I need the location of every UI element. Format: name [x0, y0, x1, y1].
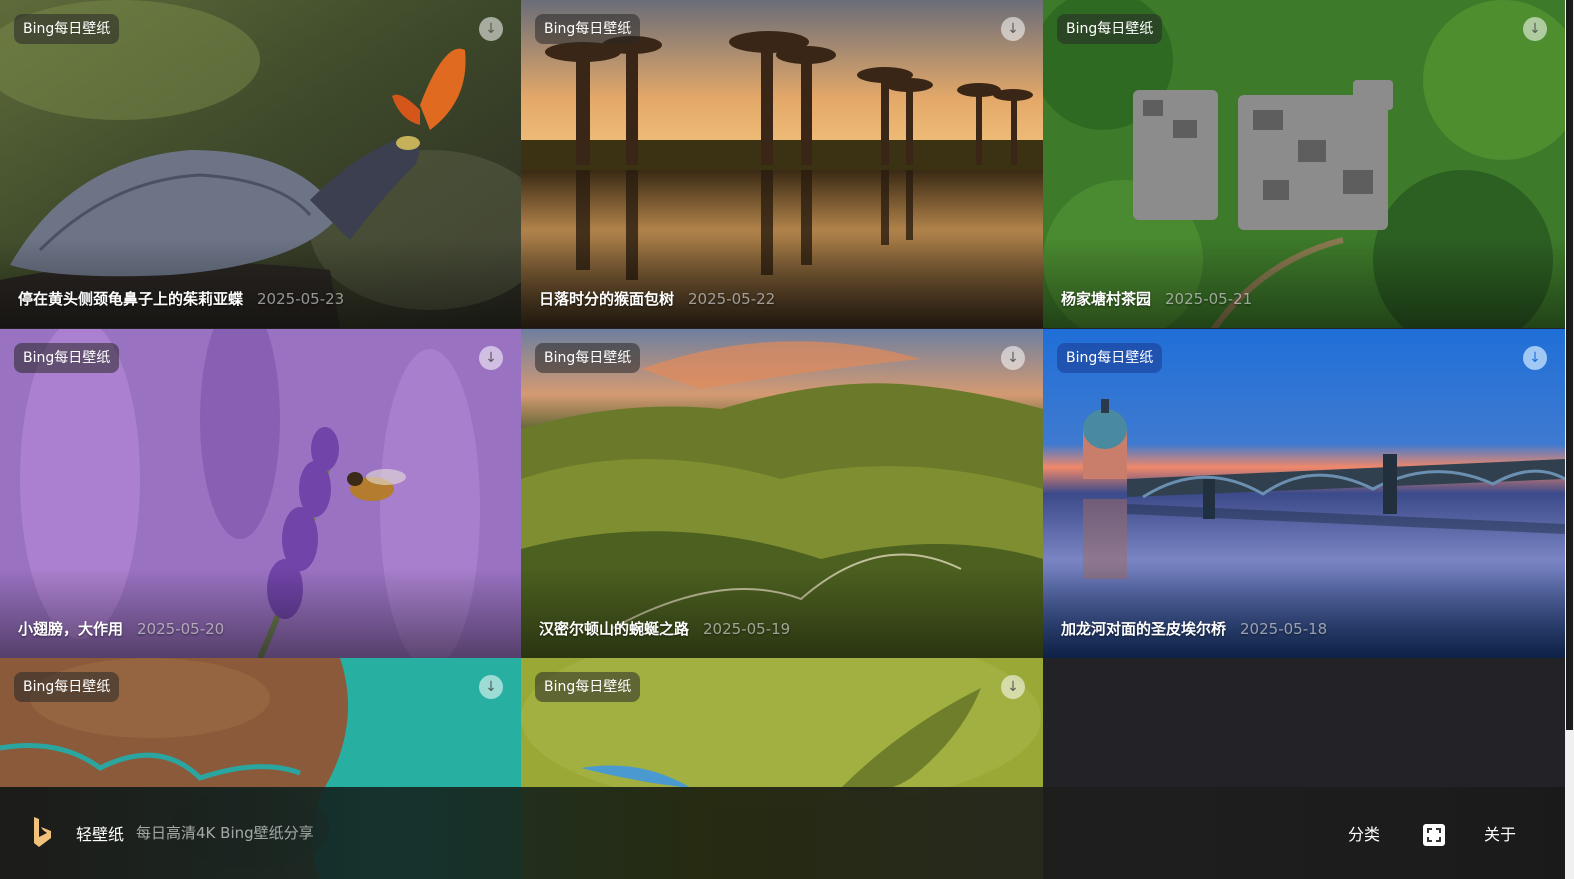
wallpaper-card[interactable]: Bing每日壁纸 ↓ 日落时分的猴面包树 2025-05-22: [521, 0, 1043, 328]
bottom-bar: 轻壁纸 每日高清4K Bing壁纸分享 分类 关于: [0, 787, 1565, 879]
app-subtitle: 每日高清4K Bing壁纸分享: [136, 824, 314, 842]
download-icon[interactable]: ↓: [1001, 675, 1025, 699]
app-name[interactable]: 轻壁纸: [76, 821, 124, 845]
wallpaper-title: 杨家塘村茶园: [1061, 290, 1152, 308]
caption-shade: [521, 568, 1043, 658]
download-icon[interactable]: ↓: [479, 17, 503, 41]
caption-shade: [521, 238, 1043, 328]
source-badge: Bing每日壁纸: [14, 343, 120, 373]
source-badge: Bing每日壁纸: [535, 672, 641, 702]
wallpaper-date: 2025-05-18: [1240, 620, 1328, 638]
nav-category[interactable]: 分类: [1348, 821, 1380, 845]
wallpaper-date: 2025-05-22: [688, 290, 776, 308]
caption-shade: [1043, 238, 1565, 328]
wallpaper-caption: 停在黄头侧颈龟鼻子上的茱莉亚蝶 2025-05-23: [18, 288, 344, 309]
bing-logo-icon[interactable]: [30, 815, 54, 849]
wallpaper-title: 加龙河对面的圣皮埃尔桥: [1061, 620, 1227, 638]
page-scrollbar[interactable]: [1565, 0, 1574, 879]
wallpaper-grid: Bing每日壁纸 ↓ 停在黄头侧颈龟鼻子上的茱莉亚蝶 2025-05-23 Bi…: [0, 0, 1565, 879]
wallpaper-date: 2025-05-20: [137, 620, 225, 638]
caption-shade: [0, 238, 521, 328]
wallpaper-caption: 汉密尔顿山的蜿蜒之路 2025-05-19: [539, 618, 790, 639]
download-icon[interactable]: ↓: [1523, 346, 1547, 370]
wallpaper-title: 小翅膀，大作用: [18, 620, 124, 638]
wallpaper-date: 2025-05-21: [1165, 290, 1253, 308]
wallpaper-caption: 小翅膀，大作用 2025-05-20: [18, 618, 224, 639]
download-icon[interactable]: ↓: [1523, 17, 1547, 41]
wallpaper-date: 2025-05-19: [703, 620, 791, 638]
wallpaper-date: 2025-05-23: [257, 290, 345, 308]
wallpaper-title: 汉密尔顿山的蜿蜒之路: [539, 620, 690, 638]
nav-about[interactable]: 关于: [1484, 821, 1516, 845]
wallpaper-card[interactable]: Bing每日壁纸 ↓ 停在黄头侧颈龟鼻子上的茱莉亚蝶 2025-05-23: [0, 0, 521, 328]
source-badge: Bing每日壁纸: [1057, 343, 1163, 373]
source-badge: Bing每日壁纸: [1057, 14, 1163, 44]
download-icon[interactable]: ↓: [1001, 346, 1025, 370]
wallpaper-title: 日落时分的猴面包树: [539, 290, 675, 308]
download-icon[interactable]: ↓: [479, 675, 503, 699]
scrollbar-thumb[interactable]: [1566, 0, 1573, 730]
wallpaper-card[interactable]: Bing每日壁纸 ↓ 加龙河对面的圣皮埃尔桥 2025-05-18: [1043, 329, 1565, 658]
wallpaper-title: 停在黄头侧颈龟鼻子上的茱莉亚蝶: [18, 290, 244, 308]
download-icon[interactable]: ↓: [479, 346, 503, 370]
download-icon[interactable]: ↓: [1001, 17, 1025, 41]
wallpaper-caption: 杨家塘村茶园 2025-05-21: [1061, 288, 1252, 309]
wallpaper-card[interactable]: Bing每日壁纸 ↓ 杨家塘村茶园 2025-05-21: [1043, 0, 1565, 328]
caption-shade: [0, 568, 521, 658]
caption-shade: [1043, 568, 1565, 658]
wallpaper-card[interactable]: Bing每日壁纸 ↓ 汉密尔顿山的蜿蜒之路 2025-05-19: [521, 329, 1043, 658]
fullscreen-icon[interactable]: [1423, 824, 1445, 846]
wallpaper-caption: 加龙河对面的圣皮埃尔桥 2025-05-18: [1061, 618, 1327, 639]
source-badge: Bing每日壁纸: [14, 672, 120, 702]
wallpaper-card[interactable]: Bing每日壁纸 ↓ 小翅膀，大作用 2025-05-20: [0, 329, 521, 658]
source-badge: Bing每日壁纸: [535, 343, 641, 373]
wallpaper-caption: 日落时分的猴面包树 2025-05-22: [539, 288, 775, 309]
source-badge: Bing每日壁纸: [14, 14, 120, 44]
source-badge: Bing每日壁纸: [535, 14, 641, 44]
